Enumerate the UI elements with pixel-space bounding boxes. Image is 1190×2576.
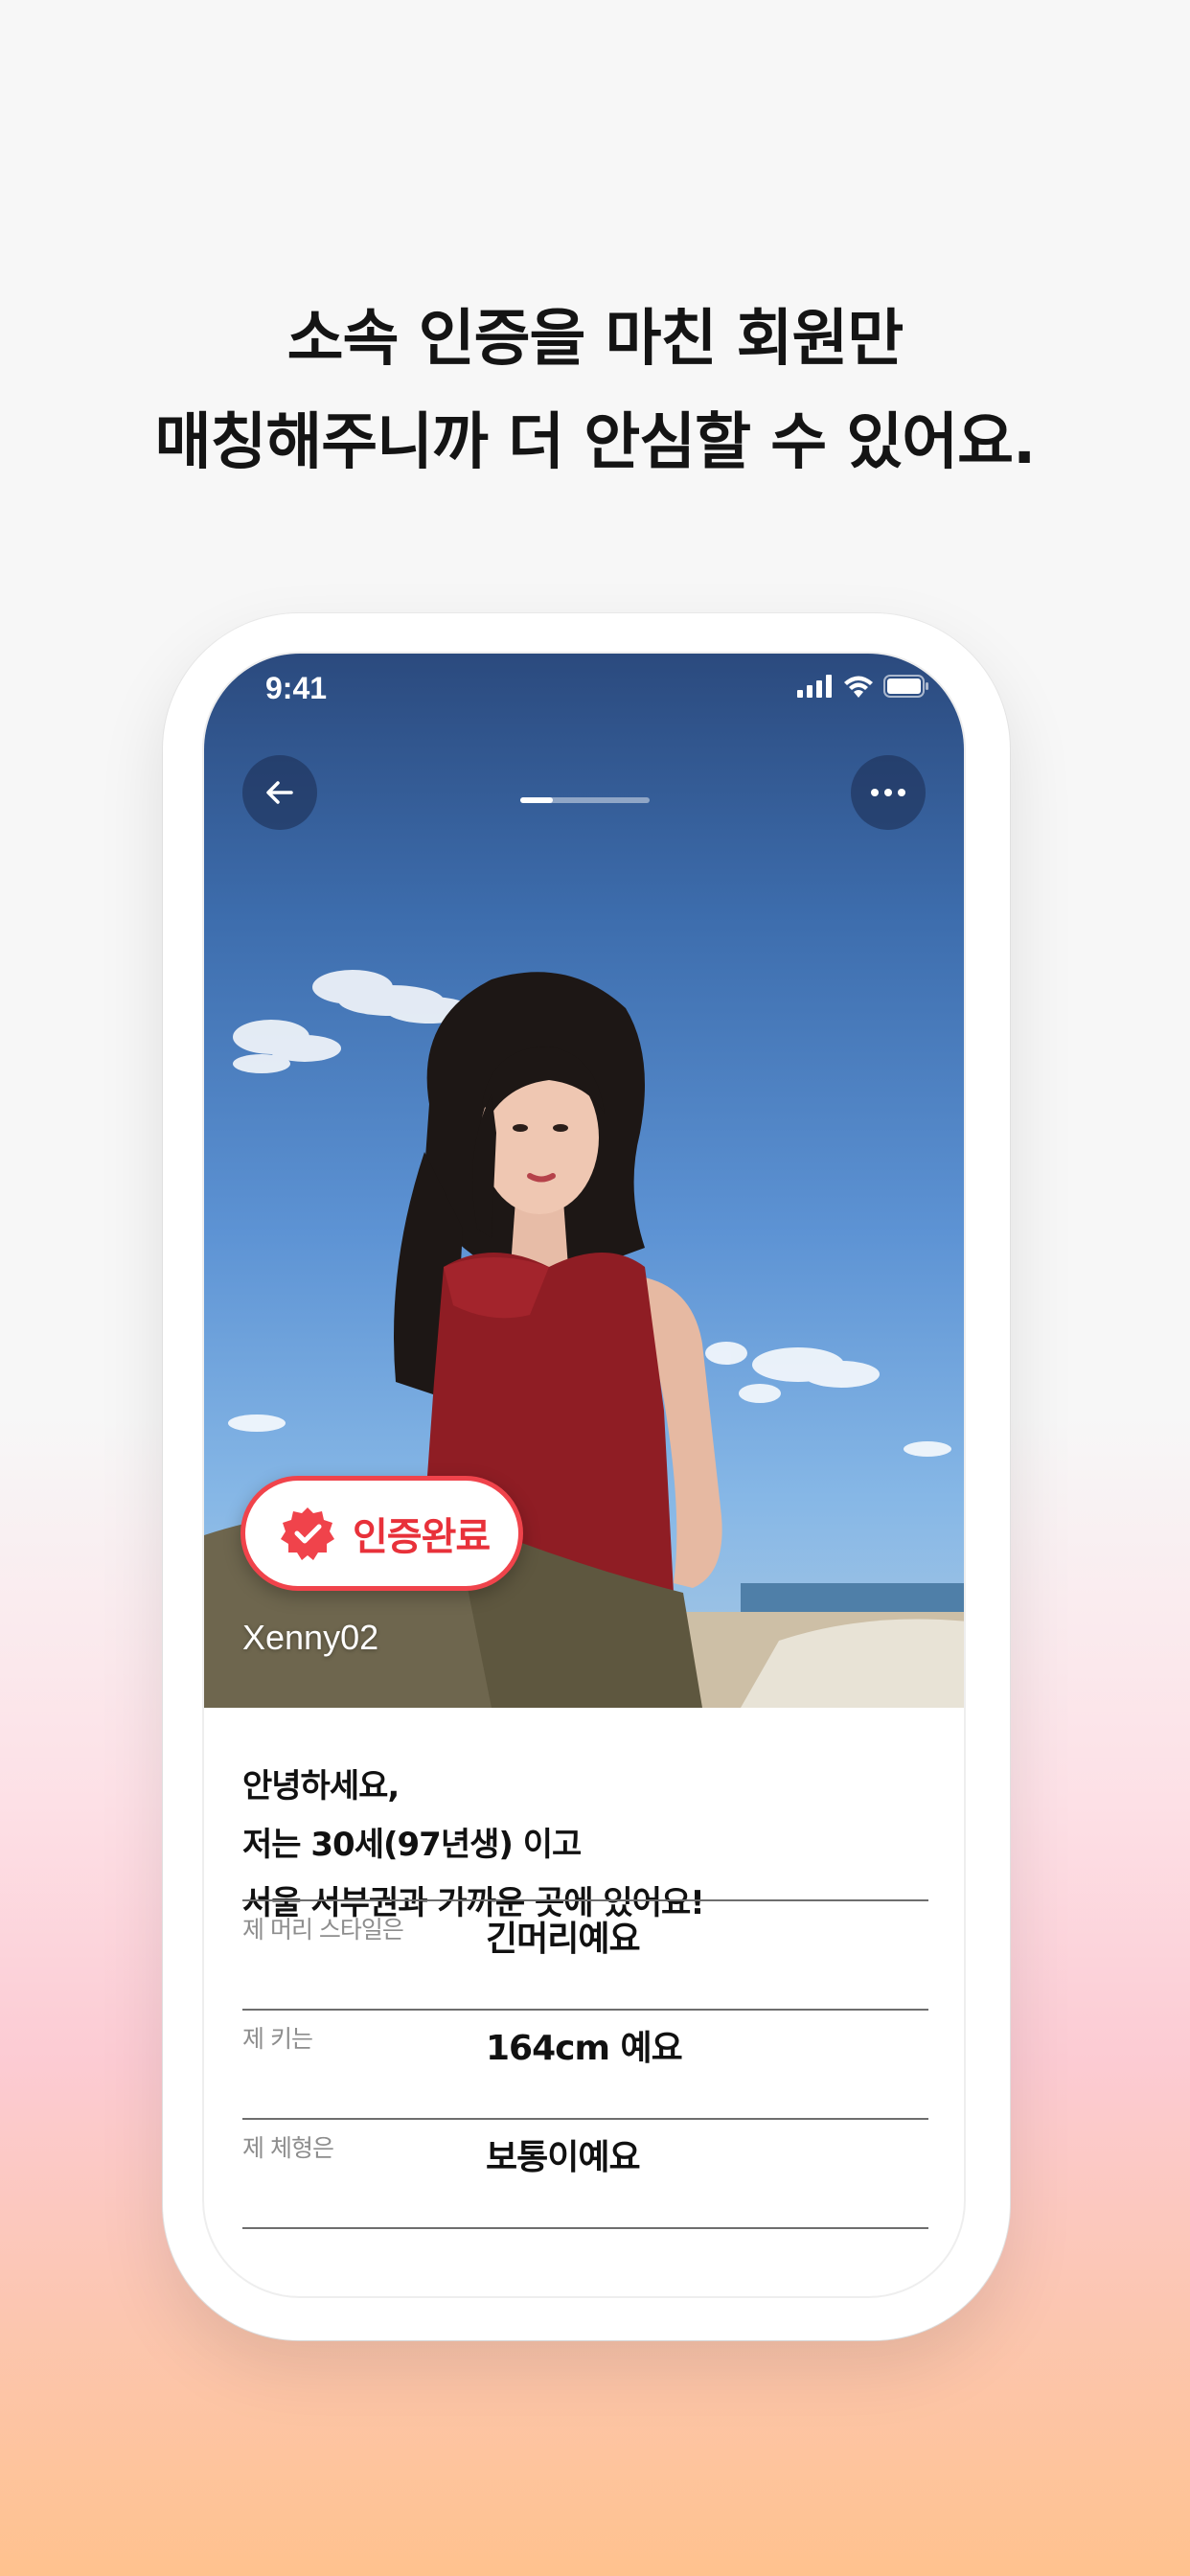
more-options-button[interactable] (851, 755, 926, 830)
wifi-icon (843, 675, 874, 702)
more-dots-icon (871, 789, 905, 796)
photo-progress-fill (520, 797, 553, 803)
profile-photo[interactable]: 9:41 인증완료 Xenny02 (204, 654, 964, 1708)
attribute-label: 제 머리 스타일은 (242, 1916, 404, 1944)
intro-line-2: 저는 30세(97년생) 이고 (242, 1826, 582, 1864)
attribute-row-hairstyle: 제 머리 스타일은 긴머리예요 (242, 1899, 928, 2009)
arrow-left-icon (266, 781, 293, 804)
attribute-value: 164cm 예요 (486, 2029, 683, 2068)
signal-icon (797, 675, 834, 702)
phone-screen: 9:41 인증완료 Xenny02 안녕하세요, 저는 30세(97년생) 이고… (202, 652, 966, 2298)
username: Xenny02 (242, 1618, 379, 1657)
headline-line-1: 소속 인증을 마친 회원만 (286, 304, 904, 375)
status-time: 9:41 (265, 671, 328, 705)
intro-line-1: 안녕하세요, (242, 1767, 400, 1806)
verified-label: 인증완료 (353, 1515, 491, 1559)
attribute-value: 긴머리예요 (486, 1920, 641, 1959)
attribute-row-body-type: 제 체형은 보통이예요 (242, 2118, 928, 2227)
attribute-value: 보통이예요 (486, 2138, 641, 2177)
attribute-row-height: 제 키는 164cm 예요 (242, 2009, 928, 2118)
profile-attributes: 제 머리 스타일은 긴머리예요 제 키는 164cm 예요 제 체형은 보통이예… (242, 1899, 928, 2296)
battery-icon (883, 675, 929, 702)
headline-line-2: 매칭해주니까 더 안심할 수 있어요. (154, 407, 1037, 478)
back-button[interactable] (242, 755, 317, 830)
phone-mockup: 9:41 인증완료 Xenny02 안녕하세요, 저는 30세(97년생) 이고… (163, 613, 1010, 2340)
attribute-label: 제 키는 (242, 2025, 313, 2053)
status-icons (797, 675, 929, 702)
attribute-row-next (242, 2227, 928, 2296)
headline: 소속 인증을 마친 회원만 매칭해주니까 더 안심할 수 있어요. (0, 288, 1190, 494)
verified-check-icon (281, 1507, 334, 1560)
attribute-label: 제 체형은 (242, 2134, 334, 2162)
photo-progress-indicator (520, 797, 650, 803)
verified-badge: 인증완료 (240, 1476, 524, 1591)
